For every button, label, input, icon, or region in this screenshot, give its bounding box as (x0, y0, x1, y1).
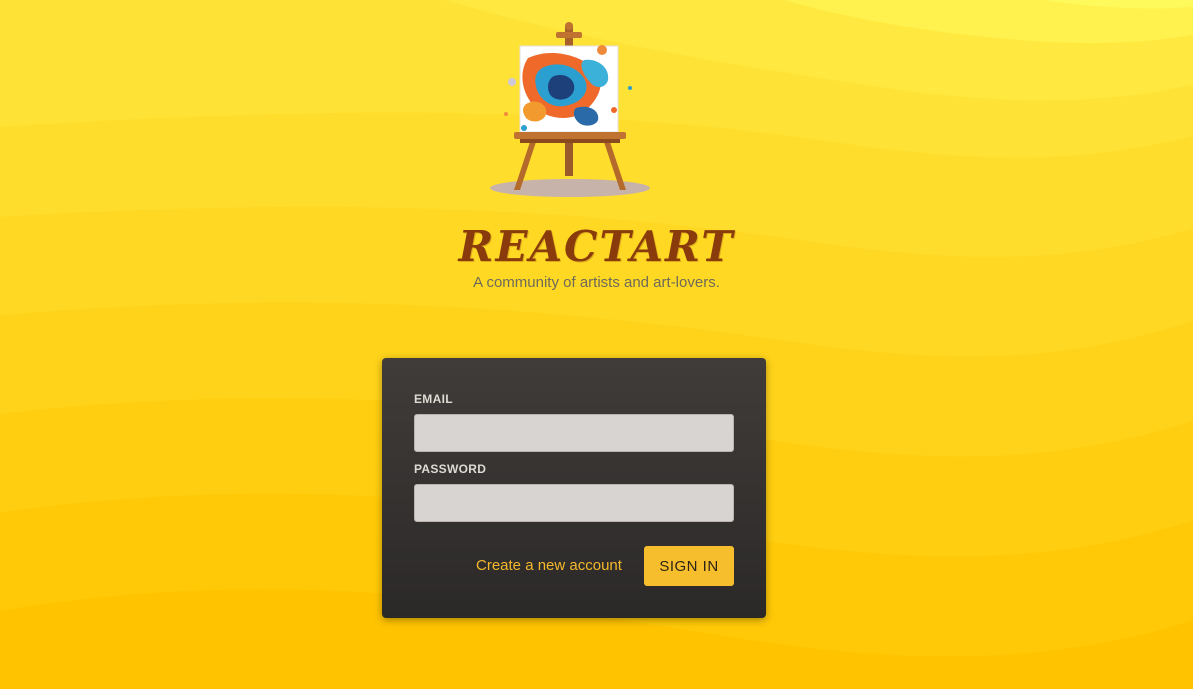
password-label: PASSWORD (414, 462, 487, 476)
brand-subtitle: A community of artists and art-lovers. (473, 274, 720, 291)
brand-title: REACTART (458, 222, 735, 271)
password-field[interactable] (414, 484, 734, 522)
create-account-link[interactable]: Create a new account (476, 557, 622, 574)
email-field[interactable] (414, 414, 734, 452)
sign-in-button[interactable]: SIGN IN (644, 546, 734, 586)
easel-painting-icon (480, 18, 660, 203)
login-card: EMAIL PASSWORD Create a new account SIGN… (382, 358, 766, 618)
email-label: EMAIL (414, 392, 453, 406)
